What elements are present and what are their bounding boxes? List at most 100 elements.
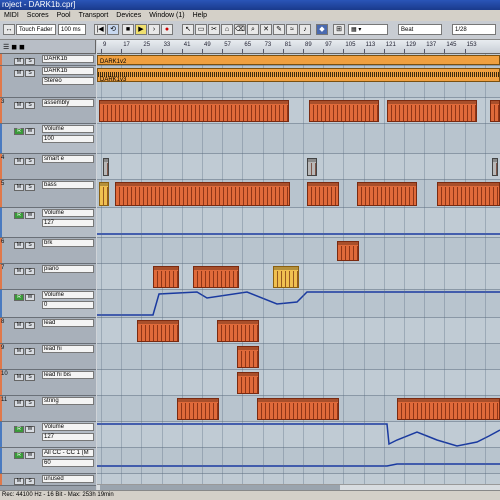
automation-mode-select[interactable]: Touch Fader (16, 24, 56, 35)
track-name[interactable]: smart e (42, 155, 94, 163)
midi-part[interactable] (307, 158, 317, 176)
write-button[interactable]: W (25, 452, 35, 459)
track-row[interactable]: 4 M Ssmart e (0, 154, 96, 180)
track-name[interactable]: Volume (42, 291, 94, 299)
solo-button[interactable]: S (25, 184, 35, 191)
track-name[interactable]: lead (42, 319, 94, 327)
go-to-start-icon[interactable]: |◀ (94, 24, 106, 35)
solo-button[interactable]: S (25, 348, 35, 355)
split-tool-icon[interactable]: ✂ (208, 24, 220, 35)
midi-part[interactable] (257, 398, 339, 420)
track-row[interactable]: 11 M Sstring (0, 396, 96, 422)
track-list-tools-icon[interactable]: ☰ ◼ ◼ (3, 43, 25, 51)
mute-button[interactable]: M (14, 158, 24, 165)
solo-button[interactable]: S (25, 374, 35, 381)
read-button[interactable]: R (14, 452, 24, 459)
track-row[interactable]: 8 M Slead (0, 318, 96, 344)
track-name[interactable]: string (42, 397, 94, 405)
track-row[interactable]: 5 M Sbass (0, 180, 96, 208)
track-name[interactable]: bass (42, 181, 94, 189)
play-tool-icon[interactable]: ♪ (299, 24, 311, 35)
midi-part[interactable] (492, 158, 498, 176)
track-name[interactable]: All CC - CC 1 (M (42, 449, 94, 457)
track-name[interactable]: DARK1b (42, 55, 94, 63)
read-button[interactable]: R (14, 128, 24, 135)
midi-part[interactable] (437, 182, 500, 206)
mute-button[interactable]: M (14, 102, 24, 109)
track-value[interactable]: 127 (42, 433, 94, 441)
audio-part[interactable]: DARK1v3 (97, 68, 500, 83)
arrow-icon[interactable]: ↔ (3, 24, 15, 35)
track-value[interactable]: 0 (42, 301, 94, 309)
mute-button[interactable]: M (14, 242, 24, 249)
snap-value-select[interactable]: Beat (398, 24, 442, 35)
grid-type-select[interactable]: ▦ ▾ (348, 24, 388, 35)
track-row[interactable]: 10 M Slead hi bis (0, 370, 96, 396)
write-button[interactable]: W (25, 294, 35, 301)
midi-part[interactable] (99, 182, 109, 206)
solo-button[interactable]: S (25, 242, 35, 249)
solo-button[interactable]: S (25, 268, 35, 275)
solo-button[interactable]: S (25, 102, 35, 109)
track-row[interactable]: R W Volume 127 (0, 208, 96, 238)
midi-part[interactable] (397, 398, 500, 420)
write-button[interactable]: W (25, 128, 35, 135)
track-name[interactable]: lead hi (42, 345, 94, 353)
menu-help[interactable]: Help (189, 10, 211, 21)
track-name[interactable]: Volume (42, 209, 94, 217)
mute-button[interactable]: M (14, 400, 24, 407)
menu-devices[interactable]: Devices (112, 10, 145, 21)
track-row[interactable]: 3 M Sassembly (0, 98, 96, 124)
track-row[interactable]: M Sunused (0, 474, 96, 486)
solo-button[interactable]: S (25, 478, 35, 485)
track-value[interactable]: 60 (42, 459, 94, 467)
track-row[interactable]: R W Volume 127 (0, 422, 96, 448)
grid-icon[interactable]: ⊞ (333, 24, 345, 35)
midi-part[interactable] (153, 266, 179, 288)
solo-button[interactable]: S (25, 322, 35, 329)
track-row[interactable]: M S DARK1b (0, 54, 96, 66)
read-button[interactable]: R (14, 212, 24, 219)
solo-button[interactable]: S (25, 58, 35, 65)
solo-button[interactable]: S (25, 70, 35, 77)
track-row[interactable]: M S DARK1b Stereo (0, 66, 96, 98)
track-name[interactable]: Volume (42, 125, 94, 133)
mute-button[interactable]: M (14, 58, 24, 65)
cc-automation-line[interactable] (97, 463, 500, 467)
midi-part[interactable] (337, 241, 359, 261)
track-row[interactable]: R W Volume 0 (0, 290, 96, 318)
track-name[interactable]: unused (42, 475, 94, 483)
latency-field[interactable]: 100 ms (58, 24, 86, 35)
solo-button[interactable]: S (25, 158, 35, 165)
stop-icon[interactable]: ■ (122, 24, 134, 35)
midi-part[interactable] (307, 182, 339, 206)
midi-part[interactable] (99, 100, 289, 122)
play-icon[interactable]: ▶ (135, 24, 147, 35)
menu-pool[interactable]: Pool (53, 10, 75, 21)
midi-part[interactable] (357, 182, 417, 206)
track-value[interactable]: 100 (42, 135, 94, 143)
record-icon[interactable]: ● (161, 24, 173, 35)
midi-part[interactable] (387, 100, 477, 122)
track-row[interactable]: 6 M Sbrk (0, 238, 96, 264)
write-button[interactable]: W (25, 212, 35, 219)
track-row[interactable]: R W Volume 100 (0, 124, 96, 154)
mute-button[interactable]: M (14, 268, 24, 275)
midi-part[interactable] (237, 346, 259, 368)
zoom-tool-icon[interactable]: ⌕ (247, 24, 259, 35)
mute-button[interactable]: M (14, 348, 24, 355)
read-button[interactable]: R (14, 426, 24, 433)
draw-tool-icon[interactable]: ✎ (273, 24, 285, 35)
range-tool-icon[interactable]: ▭ (195, 24, 207, 35)
volume-automation-line[interactable] (97, 423, 500, 447)
mute-button[interactable]: M (14, 322, 24, 329)
mute-button[interactable]: M (14, 184, 24, 191)
pointer-tool-icon[interactable]: ↖ (182, 24, 194, 35)
snap-icon[interactable]: ◆ (316, 24, 328, 35)
solo-button[interactable]: S (25, 400, 35, 407)
track-name[interactable]: brk (42, 239, 94, 247)
arrange-window[interactable]: DARK1v2 DARK1v3 (97, 54, 500, 490)
cycle-icon[interactable]: ⟲ (107, 24, 119, 35)
track-row[interactable]: 7 M Spiano (0, 264, 96, 290)
folder-part[interactable]: DARK1v2 (97, 55, 500, 65)
